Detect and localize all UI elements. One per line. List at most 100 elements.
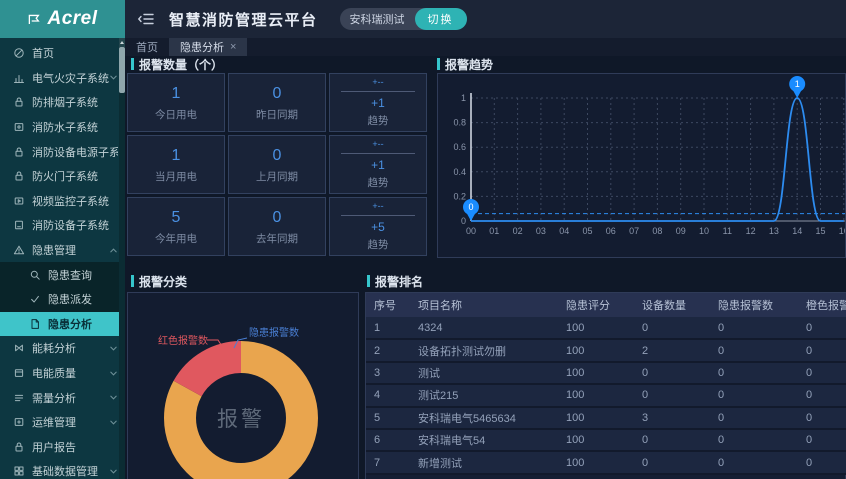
table-row[interactable]: 3测试100000 xyxy=(366,362,846,384)
alarm-count-cards: 1今日用电0昨日同期+--+1趋势1当月用电0上月同期+--+1趋势5今年用电0… xyxy=(127,73,427,256)
svg-text:0.8: 0.8 xyxy=(453,118,466,128)
table-cell: 100 xyxy=(558,429,634,451)
accent-bar xyxy=(131,58,134,70)
column-header[interactable]: 橙色报警数 xyxy=(798,293,846,317)
sidebar-item-fire-water-subsystem[interactable]: 消防水子系统 xyxy=(0,115,125,140)
svg-text:11: 11 xyxy=(723,226,732,236)
sidebar-item-hazard-query[interactable]: 隐患查询 xyxy=(0,262,125,287)
trend-marker[interactable]: 1 xyxy=(789,76,805,98)
sidebar-item-fire-power-subsystem[interactable]: 消防设备电源子系统 xyxy=(0,139,125,164)
table-row[interactable]: 5安科瑞电气5465634100300 xyxy=(366,407,846,429)
sidebar-item-label: 首页 xyxy=(32,45,118,61)
table-cell: 3 xyxy=(634,407,710,429)
table-cell: 0 xyxy=(798,407,846,429)
sidebar-item-power-quality[interactable]: 电能质量 xyxy=(0,361,125,386)
donut-slice-label: 红色报警数 xyxy=(158,334,208,347)
table-cell: 0 xyxy=(710,429,798,451)
table-cell: 5 xyxy=(366,407,410,429)
tab-hazard-analysis[interactable]: 隐患分析× xyxy=(169,38,247,56)
stat-value: 0 xyxy=(273,146,282,166)
table-cell: 0 xyxy=(710,451,798,473)
table-cell: 测试215 xyxy=(410,384,558,406)
switch-button[interactable]: 切换 xyxy=(415,8,467,30)
sidebar-item-label: 消防设备电源子系统 xyxy=(32,144,118,160)
column-header[interactable]: 项目名称 xyxy=(410,293,558,317)
table-cell: 0 xyxy=(634,451,710,473)
sidebar-item-electrical-fire-subsystem[interactable]: 电气火灾子系统 xyxy=(0,66,125,91)
donut-slice-label: 隐患报警数 xyxy=(249,326,299,339)
column-header[interactable]: 隐患评分 xyxy=(558,293,634,317)
stat-value: 1 xyxy=(172,146,181,166)
table-cell: 0 xyxy=(798,317,846,339)
chart-icon xyxy=(13,72,25,84)
stat-card-month-trend: +--+1趋势 xyxy=(329,135,427,194)
svg-text:12: 12 xyxy=(746,226,756,236)
sidebar-item-home[interactable]: 首页 xyxy=(0,41,125,66)
stat-label: 今日用电 xyxy=(155,107,197,122)
sidebar-item-user-report[interactable]: 用户报告 xyxy=(0,435,125,460)
main-content: 报警数量（个） 1今日用电0昨日同期+--+1趋势1当月用电0上月同期+--+1… xyxy=(125,56,846,479)
table-cell: 0 xyxy=(710,407,798,429)
stat-label: 趋势 xyxy=(368,113,389,128)
table-row[interactable]: 4测试215100000 xyxy=(366,384,846,406)
tab-home[interactable]: 首页 xyxy=(125,38,169,56)
sidebar-item-demand-analysis[interactable]: 需量分析 xyxy=(0,385,125,410)
table-cell: 0 xyxy=(710,384,798,406)
svg-text:15: 15 xyxy=(815,226,825,236)
sidebar-item-base-data-management[interactable]: 基础数据管理 xyxy=(0,459,125,479)
accent-bar xyxy=(131,275,134,287)
svg-text:00: 00 xyxy=(466,226,476,236)
column-header[interactable]: 设备数量 xyxy=(634,293,710,317)
table-cell: 0 xyxy=(798,429,846,451)
sidebar-item-energy-analysis[interactable]: 能耗分析 xyxy=(0,336,125,361)
table-cell: 0 xyxy=(798,451,846,473)
sidebar-item-fire-door-subsystem[interactable]: 防火门子系统 xyxy=(0,164,125,189)
sidebar-item-label: 能耗分析 xyxy=(32,340,109,356)
sidebar-item-smoke-control-subsystem[interactable]: 防排烟子系统 xyxy=(0,90,125,115)
sidebar-item-hazard-management[interactable]: 隐患管理 xyxy=(0,238,125,263)
stat-card-day-trend: +--+1趋势 xyxy=(329,73,427,132)
sidebar-submenu: 隐患查询隐患派发隐患分析 xyxy=(0,262,125,336)
stat-label: 上月同期 xyxy=(256,169,298,184)
svg-text:1: 1 xyxy=(795,79,800,89)
check-icon xyxy=(29,293,41,305)
stat-label: 趋势 xyxy=(368,175,389,190)
column-header[interactable]: 序号 xyxy=(366,293,410,317)
sidebar-item-label: 隐患管理 xyxy=(32,242,109,258)
table-row[interactable]: 2设备拓扑测试勿删100200 xyxy=(366,339,846,361)
sidebar: 首页电气火灾子系统防排烟子系统消防水子系统消防设备电源子系统防火门子系统视频监控… xyxy=(0,38,125,479)
table-cell: 100 xyxy=(558,407,634,429)
sidebar-item-label: 隐患查询 xyxy=(48,267,118,283)
accent-bar xyxy=(437,58,440,70)
table-row[interactable]: 6安科瑞电气54100000 xyxy=(366,429,846,451)
table-cell: 0 xyxy=(798,362,846,384)
alarm-count-title: 报警数量（个） xyxy=(131,57,223,71)
sidebar-item-label: 基础数据管理 xyxy=(32,463,109,479)
tenant-badge: 安科瑞测试 切换 xyxy=(340,8,467,30)
column-header[interactable]: 隐患报警数 xyxy=(710,293,798,317)
warning-icon xyxy=(13,244,25,256)
table-cell: 0 xyxy=(710,362,798,384)
sidebar-menu: 首页电气火灾子系统防排烟子系统消防水子系统消防设备电源子系统防火门子系统视频监控… xyxy=(0,41,125,479)
svg-text:0.4: 0.4 xyxy=(453,167,466,177)
device-icon xyxy=(13,219,25,231)
menu-collapse-icon[interactable] xyxy=(137,11,155,27)
sidebar-item-video-monitor-subsystem[interactable]: 视频监控子系统 xyxy=(0,189,125,214)
demand-icon xyxy=(13,392,25,404)
sidebar-item-label: 消防水子系统 xyxy=(32,119,118,135)
sidebar-item-ops-management[interactable]: 运维管理 xyxy=(0,410,125,435)
tab-close-icon[interactable]: × xyxy=(230,41,236,53)
svg-text:0: 0 xyxy=(468,202,473,212)
sidebar-item-hazard-dispatch[interactable]: 隐患派发 xyxy=(0,287,125,312)
table-header-row: 序号项目名称隐患评分设备数量隐患报警数橙色报警数 xyxy=(366,293,846,317)
tab-label: 首页 xyxy=(136,39,158,55)
sidebar-item-label: 用户报告 xyxy=(32,439,118,455)
table-row[interactable]: 7新增测试100000 xyxy=(366,451,846,473)
sidebar-item-fire-device-subsystem[interactable]: 消防设备子系统 xyxy=(0,213,125,238)
section-title-text: 报警分类 xyxy=(139,273,187,290)
sidebar-item-hazard-analysis[interactable]: 隐患分析 xyxy=(0,312,125,337)
chevron-down-icon xyxy=(109,393,118,402)
stat-card-last-year: 0去年同期 xyxy=(228,197,326,256)
table-row[interactable]: 14324100000 xyxy=(366,317,846,339)
section-title-text: 报警排名 xyxy=(375,273,423,290)
